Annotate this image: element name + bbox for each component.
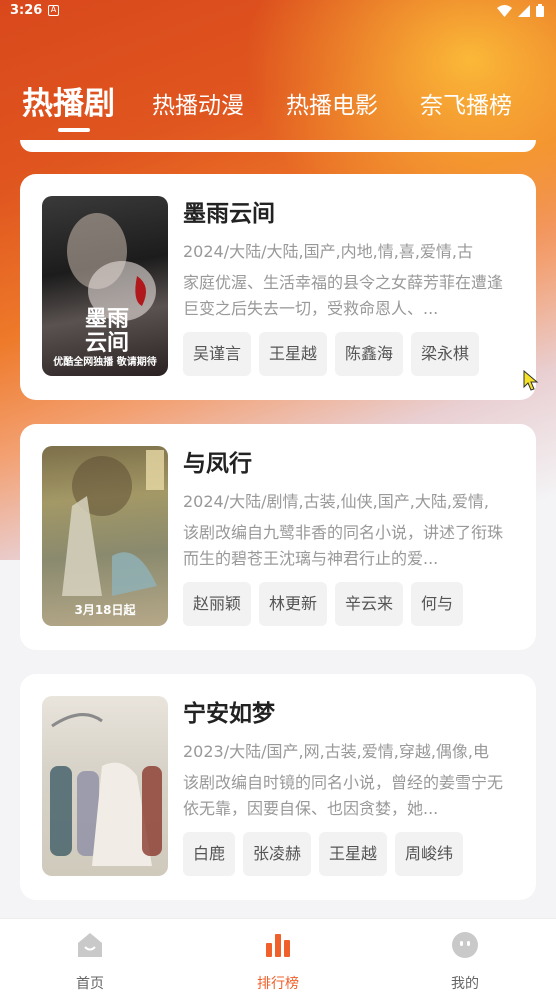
poster-image[interactable]: 3月18日起 [42,446,168,626]
poster-image[interactable] [42,696,168,876]
nav-profile[interactable]: 我的 [425,931,505,993]
drama-title: 与凤行 [183,451,252,477]
nav-home[interactable]: 首页 [50,931,130,993]
poster-caption: 3月18日起 [74,603,136,617]
home-icon [78,933,102,957]
tab-hot-anime[interactable]: 热播动漫 [152,86,244,120]
actor-tag[interactable]: 林更新 [259,582,328,626]
wifi-icon [497,4,512,17]
battery-icon [536,4,544,17]
signal-icon [518,4,530,17]
actor-tag[interactable]: 白鹿 [183,832,236,876]
drama-meta: 2023/大陆/国产,网,古装,爱情,穿越,偶像,电 [183,742,490,761]
actor-list: 白鹿 张凌赫 王星越 周峻纬 [183,832,518,876]
actor-tag[interactable]: 王星越 [259,332,328,376]
actor-tag[interactable]: 吴谨言 [183,332,252,376]
drama-description: 该剧改编自时镜的同名小说，曾经的姜雪宁无依无靠，因要自保、也因贪婪，她... [183,773,504,818]
poster-caption: 优酷全网独播 敬请期待 [53,357,157,368]
drama-description: 家庭优渥、生活幸福的县令之女薛芳菲在遭逢巨变之后失去一切，受救命恩人、... [183,273,504,318]
drama-card[interactable]: 3月18日起 与凤行 2024/大陆/剧情,古装,仙侠,国产,大陆,爱情, 该剧… [20,424,536,650]
poster-image[interactable]: 墨雨云间 优酷全网独播 敬请期待 [42,196,168,376]
drama-card[interactable]: 墨雨云间 优酷全网独播 敬请期待 墨雨云间 2024/大陆/大陆,国产,内地,情… [20,174,536,400]
tab-netflix-ranking[interactable]: 奈飞播榜 [420,86,512,120]
ranking-icon [266,934,290,957]
actor-tag[interactable]: 王星越 [319,832,388,876]
category-tabs: 热播剧 热播动漫 热播电影 奈飞播榜 [0,72,556,142]
header-divider [20,140,536,152]
actor-tag[interactable]: 梁永棋 [411,332,480,376]
drama-card[interactable]: 宁安如梦 2023/大陆/国产,网,古装,爱情,穿越,偶像,电 该剧改编自时镜的… [20,674,536,900]
nav-ranking[interactable]: 排行榜 [238,931,318,993]
mouse-cursor-icon [523,370,539,391]
actor-tag[interactable]: 辛云来 [335,582,404,626]
poster-title: 墨雨云间 [84,307,129,356]
bottom-navigation: 首页 排行榜 我的 [0,918,556,997]
actor-tag[interactable]: 陈鑫海 [335,332,404,376]
actor-tag[interactable]: 赵丽颖 [183,582,252,626]
status-bar: 3:26 A [0,0,556,24]
tab-hot-drama[interactable]: 热播剧 [22,78,115,123]
nav-home-label: 首页 [76,976,104,992]
notification-a-icon: A [48,5,59,16]
nav-profile-label: 我的 [451,976,479,992]
actor-list: 吴谨言 王星越 陈鑫海 梁永棋 [183,332,518,376]
actor-tag[interactable]: 何与 [411,582,464,626]
nav-ranking-label: 排行榜 [257,976,299,992]
profile-icon [452,932,478,958]
drama-meta: 2024/大陆/大陆,国产,内地,情,喜,爱情,古 [183,242,474,261]
drama-title: 墨雨云间 [183,201,275,227]
drama-title: 宁安如梦 [183,701,275,727]
status-time: 3:26 [10,3,43,18]
actor-tag[interactable]: 周峻纬 [395,832,464,876]
drama-description: 该剧改编自九鹭非香的同名小说，讲述了衔珠而生的碧苍王沈璃与神君行止的爱... [183,523,504,568]
actor-list: 赵丽颖 林更新 辛云来 何与 [183,582,518,626]
actor-tag[interactable]: 张凌赫 [243,832,312,876]
tab-hot-movie[interactable]: 热播电影 [286,86,378,120]
drama-meta: 2024/大陆/剧情,古装,仙侠,国产,大陆,爱情, [183,492,490,511]
tab-indicator [58,128,90,132]
